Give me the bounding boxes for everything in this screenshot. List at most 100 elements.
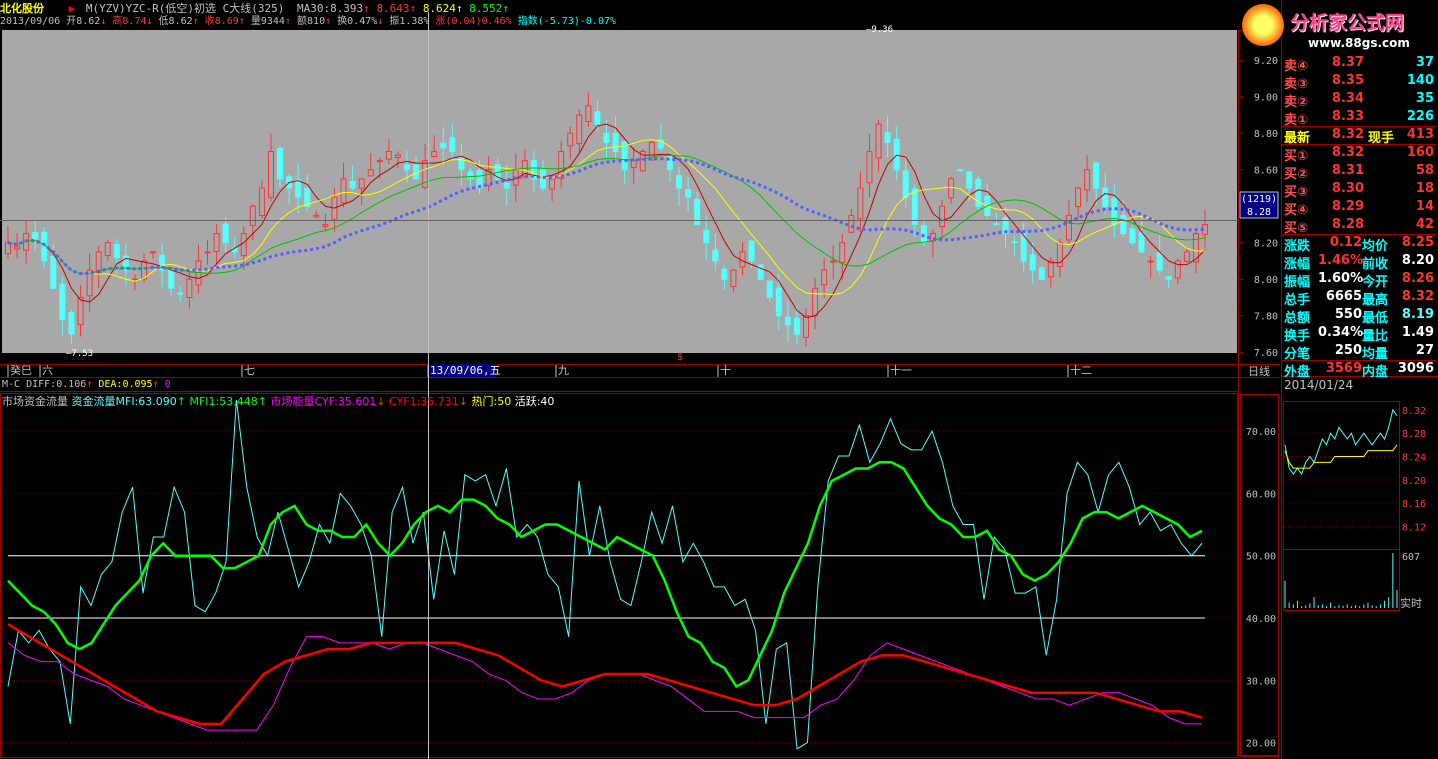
candle-body [821, 269, 828, 286]
indicator-axis-border [1240, 394, 1279, 757]
mini-tick-label: 8.28 [1402, 429, 1426, 440]
low-marker: —7.53 [66, 349, 93, 359]
stat-value: 0.12 [1329, 235, 1362, 250]
indicator1-title-bar: M-C DIFF:0.106↑ DEA:0.095↑ 0 [2, 379, 171, 390]
candle-body [1165, 276, 1172, 280]
stats-row: 涨幅 1.46% 前收 8.20 [1282, 253, 1436, 272]
candle-body [730, 269, 737, 287]
stat-value2: 27 [1415, 343, 1434, 358]
sell-row-3: 卖③ 8.35 140 [1282, 73, 1436, 92]
chart-canvas: 9.209.008.808.608.408.208.007.807.60(121… [0, 0, 1438, 759]
buy-label: 买③ [1284, 185, 1309, 200]
candle-body [104, 242, 111, 257]
event-marker: $ [677, 352, 683, 363]
candle-body [14, 245, 21, 250]
buy-row-3: 买③ 8.30 18 [1282, 181, 1436, 200]
mini-price-line [1284, 408, 1398, 476]
mini-date: 2014/01/24 [1284, 378, 1354, 392]
buy-label: 买④ [1284, 203, 1309, 218]
candle-body [1065, 214, 1072, 241]
mini-tick-label: 8.20 [1402, 476, 1426, 487]
buy-vol: 42 [1415, 217, 1434, 232]
cursor-box-label: (1219) [1241, 194, 1277, 205]
indicator2-active: 活跃:40 [514, 395, 555, 408]
buy-row-1: 买① 8.32 160 [1282, 145, 1436, 164]
candle-body [267, 150, 274, 198]
stat-label: 振幅 [1284, 275, 1311, 290]
sell-vol: 35 [1415, 91, 1434, 106]
candle-body [1102, 187, 1109, 207]
candle-body [1147, 260, 1154, 263]
sell-vol: 226 [1406, 109, 1434, 124]
candle-body [204, 251, 211, 254]
candle-body [322, 223, 329, 227]
candle-body [957, 169, 964, 172]
info-volume: 量9344 [250, 16, 285, 27]
logo-title: 分析家公式网 [1290, 12, 1405, 34]
candle-body [1038, 267, 1045, 280]
mini-realtime-label: 实时 [1400, 596, 1422, 610]
buy-price: 8.31 [1331, 163, 1364, 178]
inner-label: 内盘 [1362, 365, 1389, 380]
latest-row: 最新 8.32 现手 413 [1282, 127, 1436, 146]
candle-body [721, 268, 728, 280]
buy-price: 8.29 [1331, 199, 1364, 214]
candle-body [594, 111, 601, 125]
candle-body [839, 242, 846, 263]
time-axis-label: 七 [244, 364, 255, 377]
outer-inner-row: 外盘 3569 内盘 3096 [1282, 361, 1436, 380]
period-label: 日线 [1248, 364, 1270, 378]
candle-body [1011, 241, 1018, 244]
candle-body [376, 160, 383, 163]
buy-price: 8.30 [1331, 181, 1364, 196]
cyf-line [7, 636, 1202, 731]
candle-body [793, 317, 800, 335]
indicator1-diff: DIFF:0.106 [26, 379, 87, 390]
stat-value: 1.60% [1318, 271, 1364, 286]
candle-body [68, 312, 75, 335]
candle-body [349, 181, 356, 189]
stat-value2: 8.19 [1401, 307, 1434, 322]
candle-body [77, 296, 84, 326]
flower-icon [1242, 4, 1284, 46]
price-panel-bg[interactable] [2, 30, 1237, 353]
buy-row-2: 买② 8.31 58 [1282, 163, 1436, 182]
candle-body [948, 178, 955, 199]
stat-value2: 8.32 [1401, 289, 1434, 304]
candle-body [249, 205, 256, 226]
candle-body [966, 171, 973, 189]
candle-body [857, 187, 864, 220]
buy-label: 买① [1284, 149, 1309, 164]
stat-value: 6665 [1325, 289, 1362, 304]
buy-label: 买② [1284, 167, 1309, 182]
indicator1-title[interactable]: M-C [2, 379, 20, 390]
sell-row-1: 卖① 8.33 226 [1282, 109, 1436, 128]
stat-label2: 今开 [1362, 275, 1389, 290]
stats-row: 总额 550 最低 8.19 [1282, 307, 1436, 326]
candle-body [186, 278, 193, 298]
candle-body [603, 132, 610, 143]
latest-price: 8.32 [1331, 127, 1364, 142]
buy-price: 8.32 [1331, 145, 1364, 160]
candle-body [993, 223, 1000, 226]
candle-body [449, 137, 456, 152]
stat-value2: 1.49 [1401, 325, 1434, 340]
cursor-price-label: 8.28 [1247, 207, 1271, 218]
candle-body [404, 164, 410, 171]
candle-body [1120, 215, 1127, 235]
mini-vol-max: 607 [1402, 552, 1420, 563]
stat-label2: 均价 [1362, 239, 1389, 254]
candle-body [168, 269, 175, 289]
stat-value2: 8.20 [1401, 253, 1434, 268]
candle-body [884, 132, 891, 143]
candle-body [1093, 162, 1100, 189]
indicator2-mfi: 资金流量MFI:63.090 [71, 395, 177, 408]
candle-body [313, 214, 320, 218]
buy-vol: 58 [1415, 163, 1434, 178]
price-tick-label: 9.00 [1254, 93, 1278, 104]
indicator2-title[interactable]: 市场资金流量 [2, 395, 68, 408]
candle-body [911, 188, 918, 225]
info-change: 涨(0.04)0.46% [435, 16, 512, 27]
time-axis-label: 十二 [1070, 363, 1092, 377]
candle-body [703, 229, 710, 244]
